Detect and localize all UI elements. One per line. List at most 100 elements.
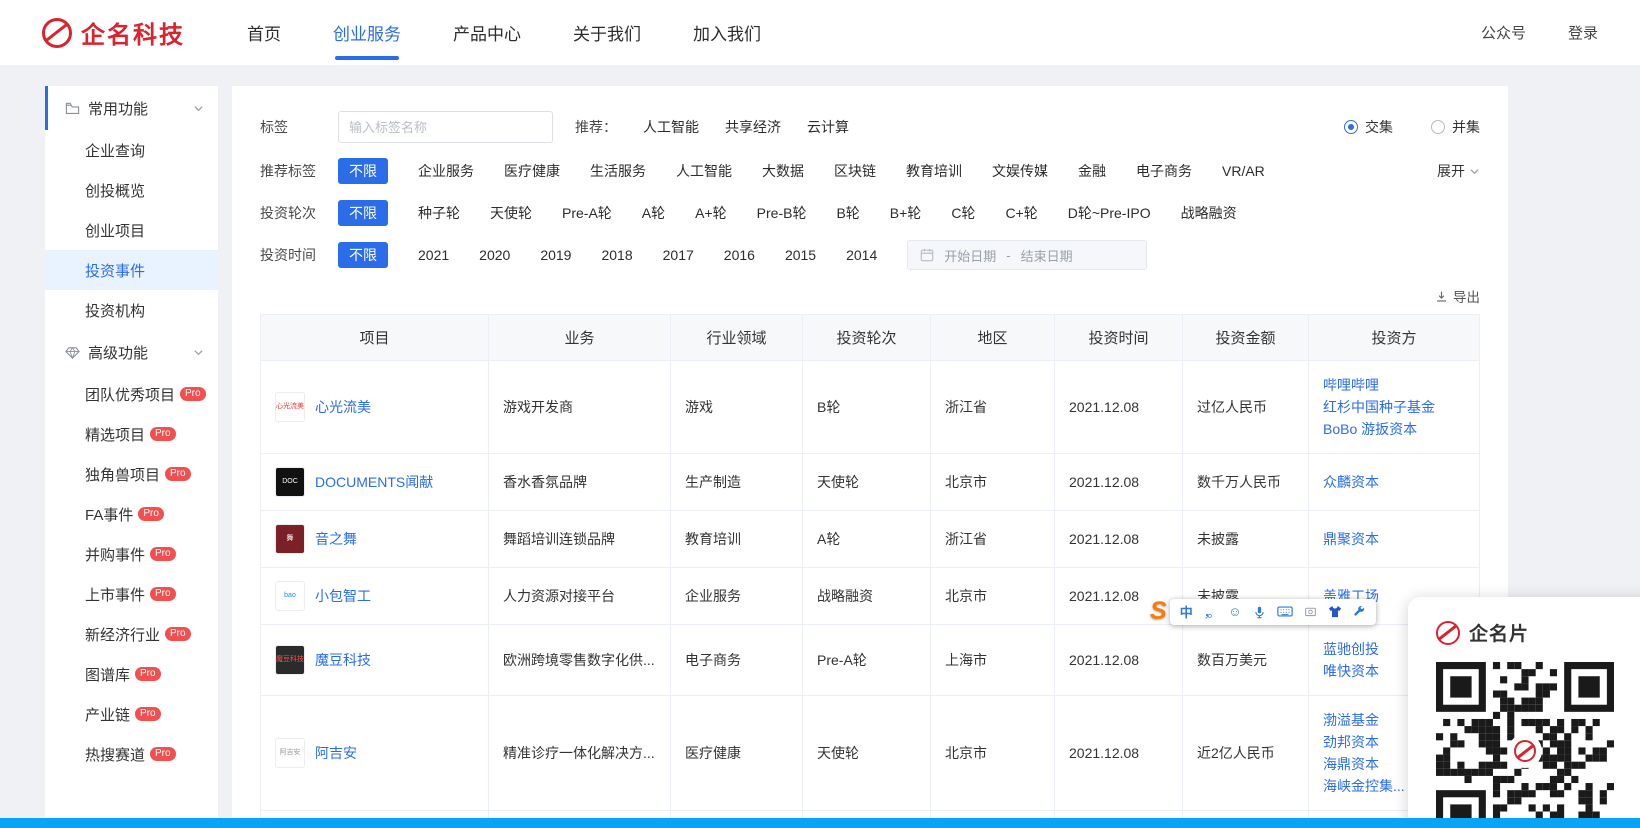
sidebar-item[interactable]: 团队优秀项目 Pro <box>45 374 218 414</box>
project-name-link[interactable]: 阿吉安 <box>315 743 357 763</box>
nav-item[interactable]: 创业服务 <box>333 0 401 65</box>
sidebar-item[interactable]: 图谱库 Pro <box>45 654 218 694</box>
sidebar-section-title: 常用功能 <box>88 100 149 118</box>
investor-link[interactable]: 劲邦资本 <box>1323 734 1379 750</box>
ime-icons: 中 ，。 ☺ <box>1169 598 1376 625</box>
filter-option[interactable]: VR/AR <box>1222 160 1265 182</box>
filter-option[interactable]: Pre-A轮 <box>562 200 612 226</box>
chinese-mode-icon[interactable]: 中 <box>1180 602 1193 621</box>
filter-option[interactable]: 2016 <box>724 244 755 266</box>
brand[interactable]: 企名科技 <box>42 15 185 50</box>
filter-option[interactable]: 2014 <box>846 244 877 266</box>
investor-link[interactable]: 唯快资本 <box>1323 663 1379 679</box>
sidebar-item[interactable]: 新经济行业 Pro <box>45 614 218 654</box>
filter-option[interactable]: 2020 <box>479 244 510 266</box>
investor-link[interactable]: BoBo 游扳资本 <box>1323 421 1417 437</box>
investor-link[interactable]: 渤溢基金 <box>1323 712 1379 728</box>
nav-item[interactable]: 首页 <box>247 0 281 65</box>
screenshot-icon[interactable] <box>1304 605 1317 618</box>
recommend-tag-link[interactable]: 人工智能 <box>643 117 699 137</box>
investor-link[interactable]: 海峡金控集... <box>1323 778 1405 794</box>
sidebar-item[interactable]: 产业链 Pro <box>45 694 218 734</box>
download-icon <box>1435 290 1448 303</box>
sidebar-section-header[interactable]: 高级功能 <box>45 330 218 374</box>
cell-round: Pre-A轮 <box>802 624 931 696</box>
investor-link[interactable]: 哔哩哔哩 <box>1323 377 1379 393</box>
filter-option[interactable]: 2021 <box>418 244 449 266</box>
sidebar-item[interactable]: 精选项目 Pro <box>45 414 218 454</box>
investor-link[interactable]: 众麟资本 <box>1323 474 1379 490</box>
set-mode-radio[interactable]: 交集 <box>1344 117 1393 137</box>
nav-item[interactable]: 加入我们 <box>693 0 761 65</box>
keyboard-icon[interactable] <box>1276 605 1293 618</box>
recommend-tag-link[interactable]: 云计算 <box>807 117 849 137</box>
nav-right-item[interactable]: 登录 <box>1568 22 1598 43</box>
filter-option[interactable]: 不限 <box>338 200 388 226</box>
folder-icon <box>65 101 80 116</box>
project-name-link[interactable]: 音之舞 <box>315 529 357 549</box>
sidebar-item[interactable]: 投资事件 <box>45 250 218 290</box>
sidebar-section-header[interactable]: 常用功能 <box>45 86 218 130</box>
project-name-link[interactable]: 心光流美 <box>315 397 371 417</box>
bottom-scrollbar[interactable] <box>0 818 1640 828</box>
filter-option[interactable]: A轮 <box>642 200 665 226</box>
set-mode-radio[interactable]: 并集 <box>1431 117 1480 137</box>
filter-option[interactable]: 2015 <box>785 244 816 266</box>
sidebar-item[interactable]: 创业项目 <box>45 210 218 250</box>
nav-right-item[interactable]: 公众号 <box>1481 22 1526 43</box>
sidebar-item[interactable]: 创投概览 <box>45 170 218 210</box>
filter-option[interactable]: A+轮 <box>695 200 727 226</box>
sidebar-item[interactable]: 上市事件 Pro <box>45 574 218 614</box>
project-name-link[interactable]: DOCUMENTS闻献 <box>315 472 433 492</box>
emoji-icon[interactable]: ☺ <box>1228 604 1241 619</box>
filter-option[interactable]: 金融 <box>1078 158 1106 184</box>
filter-option[interactable]: 不限 <box>338 158 388 184</box>
voice-icon[interactable] <box>1253 605 1266 619</box>
sidebar-item[interactable]: 企业查询 <box>45 130 218 170</box>
filter-option[interactable]: B轮 <box>836 200 859 226</box>
project-name-link[interactable]: 小包智工 <box>315 586 371 606</box>
toolbox-icon[interactable] <box>1353 605 1366 618</box>
date-range-picker[interactable]: 开始日期 - 结束日期 <box>907 240 1148 270</box>
filter-option[interactable]: 文娱传媒 <box>992 158 1048 184</box>
filter-option[interactable]: 人工智能 <box>676 158 732 184</box>
filter-option[interactable]: D轮~Pre-IPO <box>1068 200 1151 226</box>
recommend-tag-link[interactable]: 共享经济 <box>725 117 781 137</box>
investor-link[interactable]: 鼎聚资本 <box>1323 531 1379 547</box>
expand-toggle[interactable]: 展开 <box>1437 161 1480 181</box>
investor-link[interactable]: 蓝驰创投 <box>1323 641 1379 657</box>
filter-option[interactable]: Pre-B轮 <box>757 200 807 226</box>
skin-icon[interactable] <box>1328 605 1342 618</box>
filter-option[interactable]: 区块链 <box>834 158 876 184</box>
filter-option[interactable]: 2017 <box>663 244 694 266</box>
project-name-link[interactable]: 魔豆科技 <box>315 650 371 670</box>
filter-option[interactable]: B+轮 <box>890 200 922 226</box>
sidebar-item[interactable]: FA事件 Pro <box>45 494 218 534</box>
filter-option[interactable]: 电子商务 <box>1136 158 1192 184</box>
export-button[interactable]: 导出 <box>1453 286 1480 306</box>
filter-option[interactable]: 战略融资 <box>1181 200 1237 226</box>
punctuation-icon[interactable]: ，。 <box>1204 602 1220 621</box>
filter-option[interactable]: 医疗健康 <box>504 158 560 184</box>
nav-item[interactable]: 关于我们 <box>573 0 641 65</box>
investor-link[interactable]: 红杉中国种子基金 <box>1323 399 1435 415</box>
filter-option[interactable]: 天使轮 <box>490 200 532 226</box>
sidebar-item[interactable]: 热搜赛道 Pro <box>45 734 218 774</box>
filter-option[interactable]: 大数据 <box>762 158 804 184</box>
tag-name-input[interactable] <box>338 111 553 143</box>
investor-link[interactable]: 海鼎资本 <box>1323 756 1379 772</box>
filter-option[interactable]: 2018 <box>601 244 632 266</box>
filter-option[interactable]: 2019 <box>540 244 571 266</box>
filter-option[interactable]: 不限 <box>338 242 388 268</box>
filter-option[interactable]: 教育培训 <box>906 158 962 184</box>
filter-option[interactable]: 种子轮 <box>418 200 460 226</box>
sidebar-item[interactable]: 并购事件 Pro <box>45 534 218 574</box>
nav-item[interactable]: 产品中心 <box>453 0 521 65</box>
filter-option[interactable]: 生活服务 <box>590 158 646 184</box>
filter-option[interactable]: 企业服务 <box>418 158 474 184</box>
filter-option[interactable]: C轮 <box>951 200 975 226</box>
filter-option[interactable]: C+轮 <box>1005 200 1037 226</box>
sidebar-item[interactable]: 独角兽项目 Pro <box>45 454 218 494</box>
sidebar-item[interactable]: 投资机构 <box>45 290 218 330</box>
sogou-logo-icon[interactable]: S <box>1150 597 1167 626</box>
